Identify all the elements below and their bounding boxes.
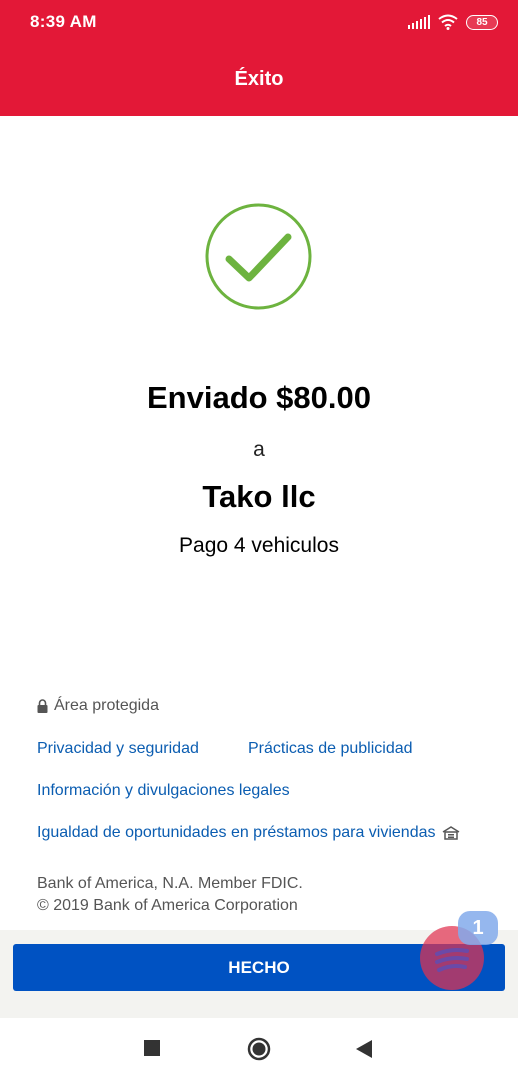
page-title: Éxito xyxy=(234,68,284,90)
recipient-name: Tako llc xyxy=(202,479,316,514)
equal-housing-text: Igualdad de oportunidades en préstamos p… xyxy=(37,824,436,841)
recents-icon[interactable] xyxy=(144,1040,160,1056)
copyright-notice: © 2019 Bank of America Corporation xyxy=(37,897,298,914)
secure-area-label: Área protegida xyxy=(37,697,159,715)
equal-housing-icon xyxy=(442,826,459,840)
sent-amount: Enviado $80.00 xyxy=(146,380,371,415)
privacy-link[interactable]: Privacidad y seguridad xyxy=(37,740,199,758)
battery-icon: 85 xyxy=(466,14,498,30)
checkmark-circle-icon xyxy=(205,203,312,310)
app-header: 8:39 AM 85 Éxito xyxy=(0,0,518,116)
fdic-notice: Bank of America, N.A. Member FDIC. xyxy=(37,875,303,892)
chat-badge: 1 xyxy=(458,911,498,945)
equal-housing-link[interactable]: Igualdad de oportunidades en préstamos p… xyxy=(37,824,460,842)
battery-level: 85 xyxy=(476,16,488,28)
secure-area-text: Área protegida xyxy=(54,697,159,714)
payment-success-screen: 8:39 AM 85 Éxito Enviado $80.00 a Tako l… xyxy=(0,0,518,1080)
wifi-icon xyxy=(438,14,458,30)
system-nav-bar xyxy=(0,1018,518,1080)
signal-icon xyxy=(408,15,430,29)
to-label: a xyxy=(253,438,265,461)
payment-memo: Pago 4 vehiculos xyxy=(179,534,339,557)
home-icon[interactable] xyxy=(247,1037,271,1061)
status-icons: 85 xyxy=(408,13,498,31)
back-icon[interactable] xyxy=(356,1040,372,1058)
advertising-link[interactable]: Prácticas de publicidad xyxy=(248,740,413,758)
status-time: 8:39 AM xyxy=(30,12,97,31)
lock-icon xyxy=(37,699,48,713)
legal-disclosures-link[interactable]: Información y divulgaciones legales xyxy=(37,782,290,800)
